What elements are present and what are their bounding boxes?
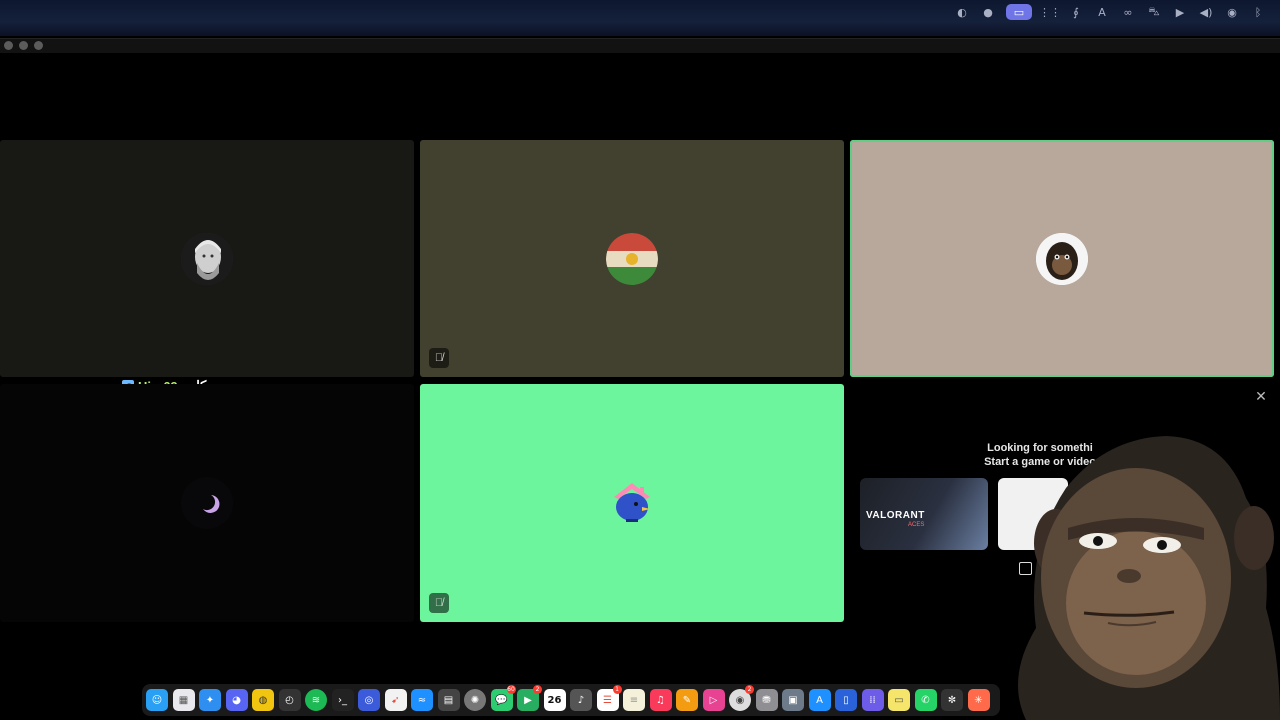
close-window-button[interactable] — [4, 41, 13, 50]
grid-icon[interactable]: ⋮⋮ — [1039, 4, 1061, 20]
messages-badge: 60 — [506, 685, 516, 694]
ape-webcam-overlay — [1018, 436, 1280, 720]
link-icon[interactable]: ∮ — [1068, 4, 1084, 20]
menu-bar: ◐ ● ▭ ⋮⋮ ∮ A ∞ ⛍ ▶ ◀) ◉ ᛒ — [0, 0, 1280, 36]
reminders-icon[interactable]: ☰ 1 — [596, 685, 622, 711]
vpn-icon[interactable]: ➹ — [384, 689, 407, 711]
music-icon[interactable]: ♫ — [649, 689, 672, 711]
chrome-icon[interactable]: ◉ 2 — [729, 685, 754, 711]
statue-avatar — [181, 232, 233, 285]
window-titlebar — [0, 38, 1280, 53]
ape-avatar — [1036, 232, 1088, 285]
participant-tile-3[interactable] — [850, 140, 1274, 377]
facetime-icon[interactable]: ▶ 2 — [517, 685, 542, 711]
finder-icon[interactable]: ☺ — [146, 689, 168, 711]
volume-icon[interactable]: ◀) — [1198, 4, 1214, 20]
user-circle-icon[interactable]: ◉ — [1224, 4, 1240, 20]
bluetooth-icon[interactable]: ᛒ — [1250, 4, 1266, 20]
minimize-window-button[interactable] — [19, 41, 28, 50]
safari-icon[interactable]: ✦ — [199, 689, 221, 711]
discord-icon[interactable]: ◕ — [225, 689, 248, 711]
garageband-icon[interactable]: ♪ — [570, 689, 592, 711]
facetime-badge: 2 — [533, 685, 542, 694]
claude-icon[interactable]: ✳ — [967, 689, 990, 711]
freeform-icon[interactable]: ≈ — [411, 689, 433, 711]
bird-house-avatar — [606, 477, 658, 529]
participant-tile-4[interactable] — [0, 384, 414, 622]
spotify-icon[interactable]: ≋ — [305, 689, 327, 711]
muted-mic-icon: 🎙̸ — [429, 348, 449, 368]
screen-share-icon[interactable]: ◐ — [954, 4, 970, 20]
chrome-badge: 2 — [745, 685, 754, 694]
whatsapp-icon[interactable]: ✆ — [914, 689, 937, 711]
word-icon[interactable]: ▯ — [835, 689, 857, 711]
apps-grid-icon[interactable]: ⁞⁞ — [861, 689, 884, 711]
flag-avatar — [606, 232, 658, 285]
participant-tile-5[interactable]: 🎙̸ — [420, 384, 844, 622]
participant-tile-1[interactable] — [0, 140, 414, 377]
app-store-icon[interactable]: A — [808, 689, 831, 711]
final-cut-icon[interactable]: ▤ — [437, 689, 460, 711]
window-controls — [4, 41, 43, 50]
moon-avatar — [181, 477, 233, 529]
muted-mic-icon: 🎙̸ — [429, 593, 449, 613]
notes-app-icon[interactable]: ◍ — [252, 689, 274, 711]
display-icon[interactable]: ▭ — [1006, 4, 1032, 20]
record-dot-icon[interactable]: ● — [980, 4, 996, 20]
calendar-icon[interactable]: 26 — [543, 689, 566, 711]
game-logo-text: VALORANT — [866, 510, 925, 521]
play-icon[interactable]: ▶ — [1172, 4, 1188, 20]
zoom-window-button[interactable] — [34, 41, 43, 50]
preview-icon[interactable]: ▣ — [782, 689, 804, 711]
text-A-icon[interactable]: A — [1094, 4, 1110, 20]
valorant-game-card[interactable]: VALORANT ACES — [860, 478, 988, 550]
calendar-day: 26 — [547, 694, 562, 706]
disk-utility-icon[interactable]: ⛃ — [755, 689, 778, 711]
pages-icon[interactable]: ✎ — [676, 689, 698, 711]
car-icon[interactable]: ⛍ — [1146, 4, 1162, 20]
game-sub-text: ACES — [908, 522, 925, 528]
launchpad-icon[interactable]: ▦ — [172, 689, 195, 711]
participant-tile-2[interactable]: 🎙̸ — [420, 140, 844, 377]
terminal-icon[interactable]: ›_ — [331, 689, 354, 711]
screen-tool-icon[interactable]: ◎ — [358, 689, 380, 711]
close-icon[interactable]: ✕ — [1254, 389, 1268, 403]
reminders-badge: 1 — [612, 685, 622, 694]
notes-icon[interactable]: ≡ — [623, 689, 645, 711]
folder-icon[interactable]: ▭ — [888, 689, 910, 711]
video-app-icon[interactable]: ▷ — [702, 689, 725, 711]
chatgpt-icon[interactable]: ✼ — [941, 689, 963, 711]
vision-icon[interactable]: ∞ — [1120, 4, 1136, 20]
menu-bar-status-icons: ◐ ● ▭ ⋮⋮ ∮ A ∞ ⛍ ▶ ◀) ◉ ᛒ — [954, 4, 1266, 20]
activity-monitor-icon[interactable]: ◴ — [278, 689, 301, 711]
messages-icon[interactable]: 💬 60 — [490, 685, 516, 711]
dock: ☺ ▦ ✦ ◕ ◍ ◴ ≋ ›_ ◎ ➹ ≈ ▤ ✺ 💬 60 ▶ 2 26 ♪ ☰… — [142, 684, 1000, 716]
compressor-icon[interactable]: ✺ — [464, 689, 486, 711]
